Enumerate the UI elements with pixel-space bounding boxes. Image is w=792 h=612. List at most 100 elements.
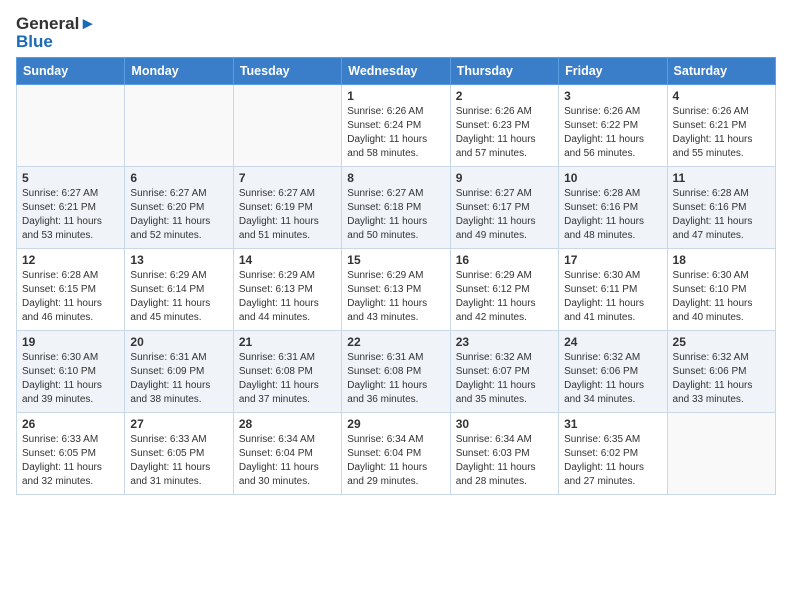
day-number: 6 xyxy=(130,171,227,185)
column-header-thursday: Thursday xyxy=(450,58,558,85)
day-number: 21 xyxy=(239,335,336,349)
calendar-week-row: 12 Sunrise: 6:28 AMSunset: 6:15 PMDayligh… xyxy=(17,249,776,331)
calendar-cell: 25 Sunrise: 6:32 AMSunset: 6:06 PMDayligh… xyxy=(667,331,775,413)
day-number: 17 xyxy=(564,253,661,267)
day-number: 5 xyxy=(22,171,119,185)
day-number: 16 xyxy=(456,253,553,267)
logo-line1: General► xyxy=(16,14,96,34)
day-info: Sunrise: 6:28 AMSunset: 6:16 PMDaylight:… xyxy=(564,187,661,243)
day-info: Sunrise: 6:31 AMSunset: 6:08 PMDaylight:… xyxy=(347,351,444,407)
calendar-cell: 15Sunrise: 6:29 AMSunset: 6:13 PMDayligh… xyxy=(342,249,450,331)
calendar-cell: 6 Sunrise: 6:27 AMSunset: 6:20 PMDaylight… xyxy=(125,167,233,249)
day-number: 28 xyxy=(239,417,336,431)
calendar-cell: 20 Sunrise: 6:31 AMSunset: 6:09 PMDayligh… xyxy=(125,331,233,413)
day-info: Sunrise: 6:34 AMSunset: 6:04 PMDaylight:… xyxy=(347,433,444,489)
day-info: Sunrise: 6:27 AMSunset: 6:17 PMDaylight:… xyxy=(456,187,553,243)
day-number: 29 xyxy=(347,417,444,431)
day-info: Sunrise: 6:29 AMSunset: 6:13 PMDaylight:… xyxy=(239,269,336,325)
day-number: 26 xyxy=(22,417,119,431)
logo: General► Blue xyxy=(16,14,96,51)
column-header-tuesday: Tuesday xyxy=(233,58,341,85)
day-info: Sunrise: 6:26 AMSunset: 6:24 PMDaylight:… xyxy=(347,105,444,161)
day-info: Sunrise: 6:35 AMSunset: 6:02 PMDaylight:… xyxy=(564,433,661,489)
day-number: 4 xyxy=(673,89,770,103)
calendar-cell: 24Sunrise: 6:32 AMSunset: 6:06 PMDayligh… xyxy=(559,331,667,413)
calendar-cell: 11 Sunrise: 6:28 AMSunset: 6:16 PMDayligh… xyxy=(667,167,775,249)
calendar-cell: 18 Sunrise: 6:30 AMSunset: 6:10 PMDayligh… xyxy=(667,249,775,331)
day-info: Sunrise: 6:29 AMSunset: 6:12 PMDaylight:… xyxy=(456,269,553,325)
day-info: Sunrise: 6:33 AMSunset: 6:05 PMDaylight:… xyxy=(130,433,227,489)
calendar-cell: 2Sunrise: 6:26 AMSunset: 6:23 PMDaylight… xyxy=(450,85,558,167)
day-number: 12 xyxy=(22,253,119,267)
day-number: 11 xyxy=(673,171,770,185)
calendar-cell: 31 Sunrise: 6:35 AMSunset: 6:02 PMDayligh… xyxy=(559,413,667,495)
day-number: 23 xyxy=(456,335,553,349)
day-number: 7 xyxy=(239,171,336,185)
day-info: Sunrise: 6:28 AMSunset: 6:16 PMDaylight:… xyxy=(673,187,770,243)
day-number: 20 xyxy=(130,335,227,349)
day-number: 25 xyxy=(673,335,770,349)
day-number: 24 xyxy=(564,335,661,349)
column-header-saturday: Saturday xyxy=(667,58,775,85)
day-info: Sunrise: 6:26 AMSunset: 6:22 PMDaylight:… xyxy=(564,105,661,161)
day-number: 14 xyxy=(239,253,336,267)
calendar-cell: 14 Sunrise: 6:29 AMSunset: 6:13 PMDayligh… xyxy=(233,249,341,331)
calendar-cell: 26 Sunrise: 6:33 AMSunset: 6:05 PMDayligh… xyxy=(17,413,125,495)
calendar-cell: 30 Sunrise: 6:34 AMSunset: 6:03 PMDayligh… xyxy=(450,413,558,495)
day-number: 10 xyxy=(564,171,661,185)
day-number: 2 xyxy=(456,89,553,103)
calendar-cell: 1 Sunrise: 6:26 AMSunset: 6:24 PMDaylight… xyxy=(342,85,450,167)
day-info: Sunrise: 6:31 AMSunset: 6:09 PMDaylight:… xyxy=(130,351,227,407)
day-info: Sunrise: 6:30 AMSunset: 6:10 PMDaylight:… xyxy=(673,269,770,325)
day-info: Sunrise: 6:34 AMSunset: 6:04 PMDaylight:… xyxy=(239,433,336,489)
calendar-cell: 22 Sunrise: 6:31 AMSunset: 6:08 PMDayligh… xyxy=(342,331,450,413)
day-info: Sunrise: 6:32 AMSunset: 6:07 PMDaylight:… xyxy=(456,351,553,407)
day-number: 27 xyxy=(130,417,227,431)
page: General► Blue SundayMondayTuesdayWednesd… xyxy=(0,0,792,612)
calendar-cell: 12 Sunrise: 6:28 AMSunset: 6:15 PMDayligh… xyxy=(17,249,125,331)
calendar-header-row: SundayMondayTuesdayWednesdayThursdayFrid… xyxy=(17,58,776,85)
column-header-friday: Friday xyxy=(559,58,667,85)
calendar-week-row: 1 Sunrise: 6:26 AMSunset: 6:24 PMDaylight… xyxy=(17,85,776,167)
day-number: 9 xyxy=(456,171,553,185)
day-number: 1 xyxy=(347,89,444,103)
day-number: 30 xyxy=(456,417,553,431)
calendar-cell: 10 Sunrise: 6:28 AMSunset: 6:16 PMDayligh… xyxy=(559,167,667,249)
day-number: 22 xyxy=(347,335,444,349)
day-number: 13 xyxy=(130,253,227,267)
calendar-cell: 13 Sunrise: 6:29 AMSunset: 6:14 PMDayligh… xyxy=(125,249,233,331)
header: General► Blue xyxy=(16,10,776,51)
calendar-week-row: 5 Sunrise: 6:27 AMSunset: 6:21 PMDaylight… xyxy=(17,167,776,249)
calendar-cell: 21Sunrise: 6:31 AMSunset: 6:08 PMDayligh… xyxy=(233,331,341,413)
calendar-cell: 5 Sunrise: 6:27 AMSunset: 6:21 PMDaylight… xyxy=(17,167,125,249)
day-info: Sunrise: 6:29 AMSunset: 6:13 PMDaylight:… xyxy=(347,269,444,325)
day-info: Sunrise: 6:27 AMSunset: 6:18 PMDaylight:… xyxy=(347,187,444,243)
calendar-cell: 27 Sunrise: 6:33 AMSunset: 6:05 PMDayligh… xyxy=(125,413,233,495)
calendar-cell: 7 Sunrise: 6:27 AMSunset: 6:19 PMDaylight… xyxy=(233,167,341,249)
calendar-cell: 8 Sunrise: 6:27 AMSunset: 6:18 PMDaylight… xyxy=(342,167,450,249)
calendar-week-row: 19Sunrise: 6:30 AMSunset: 6:10 PMDayligh… xyxy=(17,331,776,413)
day-number: 31 xyxy=(564,417,661,431)
day-info: Sunrise: 6:34 AMSunset: 6:03 PMDaylight:… xyxy=(456,433,553,489)
day-info: Sunrise: 6:30 AMSunset: 6:11 PMDaylight:… xyxy=(564,269,661,325)
day-info: Sunrise: 6:33 AMSunset: 6:05 PMDaylight:… xyxy=(22,433,119,489)
day-info: Sunrise: 6:32 AMSunset: 6:06 PMDaylight:… xyxy=(673,351,770,407)
calendar-cell: 3 Sunrise: 6:26 AMSunset: 6:22 PMDaylight… xyxy=(559,85,667,167)
calendar-cell xyxy=(233,85,341,167)
column-header-sunday: Sunday xyxy=(17,58,125,85)
calendar-cell xyxy=(17,85,125,167)
day-number: 8 xyxy=(347,171,444,185)
day-info: Sunrise: 6:30 AMSunset: 6:10 PMDaylight:… xyxy=(22,351,119,407)
column-header-wednesday: Wednesday xyxy=(342,58,450,85)
day-info: Sunrise: 6:27 AMSunset: 6:19 PMDaylight:… xyxy=(239,187,336,243)
calendar-cell: 19Sunrise: 6:30 AMSunset: 6:10 PMDayligh… xyxy=(17,331,125,413)
day-number: 3 xyxy=(564,89,661,103)
day-info: Sunrise: 6:27 AMSunset: 6:21 PMDaylight:… xyxy=(22,187,119,243)
day-info: Sunrise: 6:28 AMSunset: 6:15 PMDaylight:… xyxy=(22,269,119,325)
day-info: Sunrise: 6:29 AMSunset: 6:14 PMDaylight:… xyxy=(130,269,227,325)
calendar-table: SundayMondayTuesdayWednesdayThursdayFrid… xyxy=(16,57,776,495)
calendar-cell: 16 Sunrise: 6:29 AMSunset: 6:12 PMDayligh… xyxy=(450,249,558,331)
day-number: 18 xyxy=(673,253,770,267)
calendar-cell xyxy=(125,85,233,167)
day-info: Sunrise: 6:27 AMSunset: 6:20 PMDaylight:… xyxy=(130,187,227,243)
